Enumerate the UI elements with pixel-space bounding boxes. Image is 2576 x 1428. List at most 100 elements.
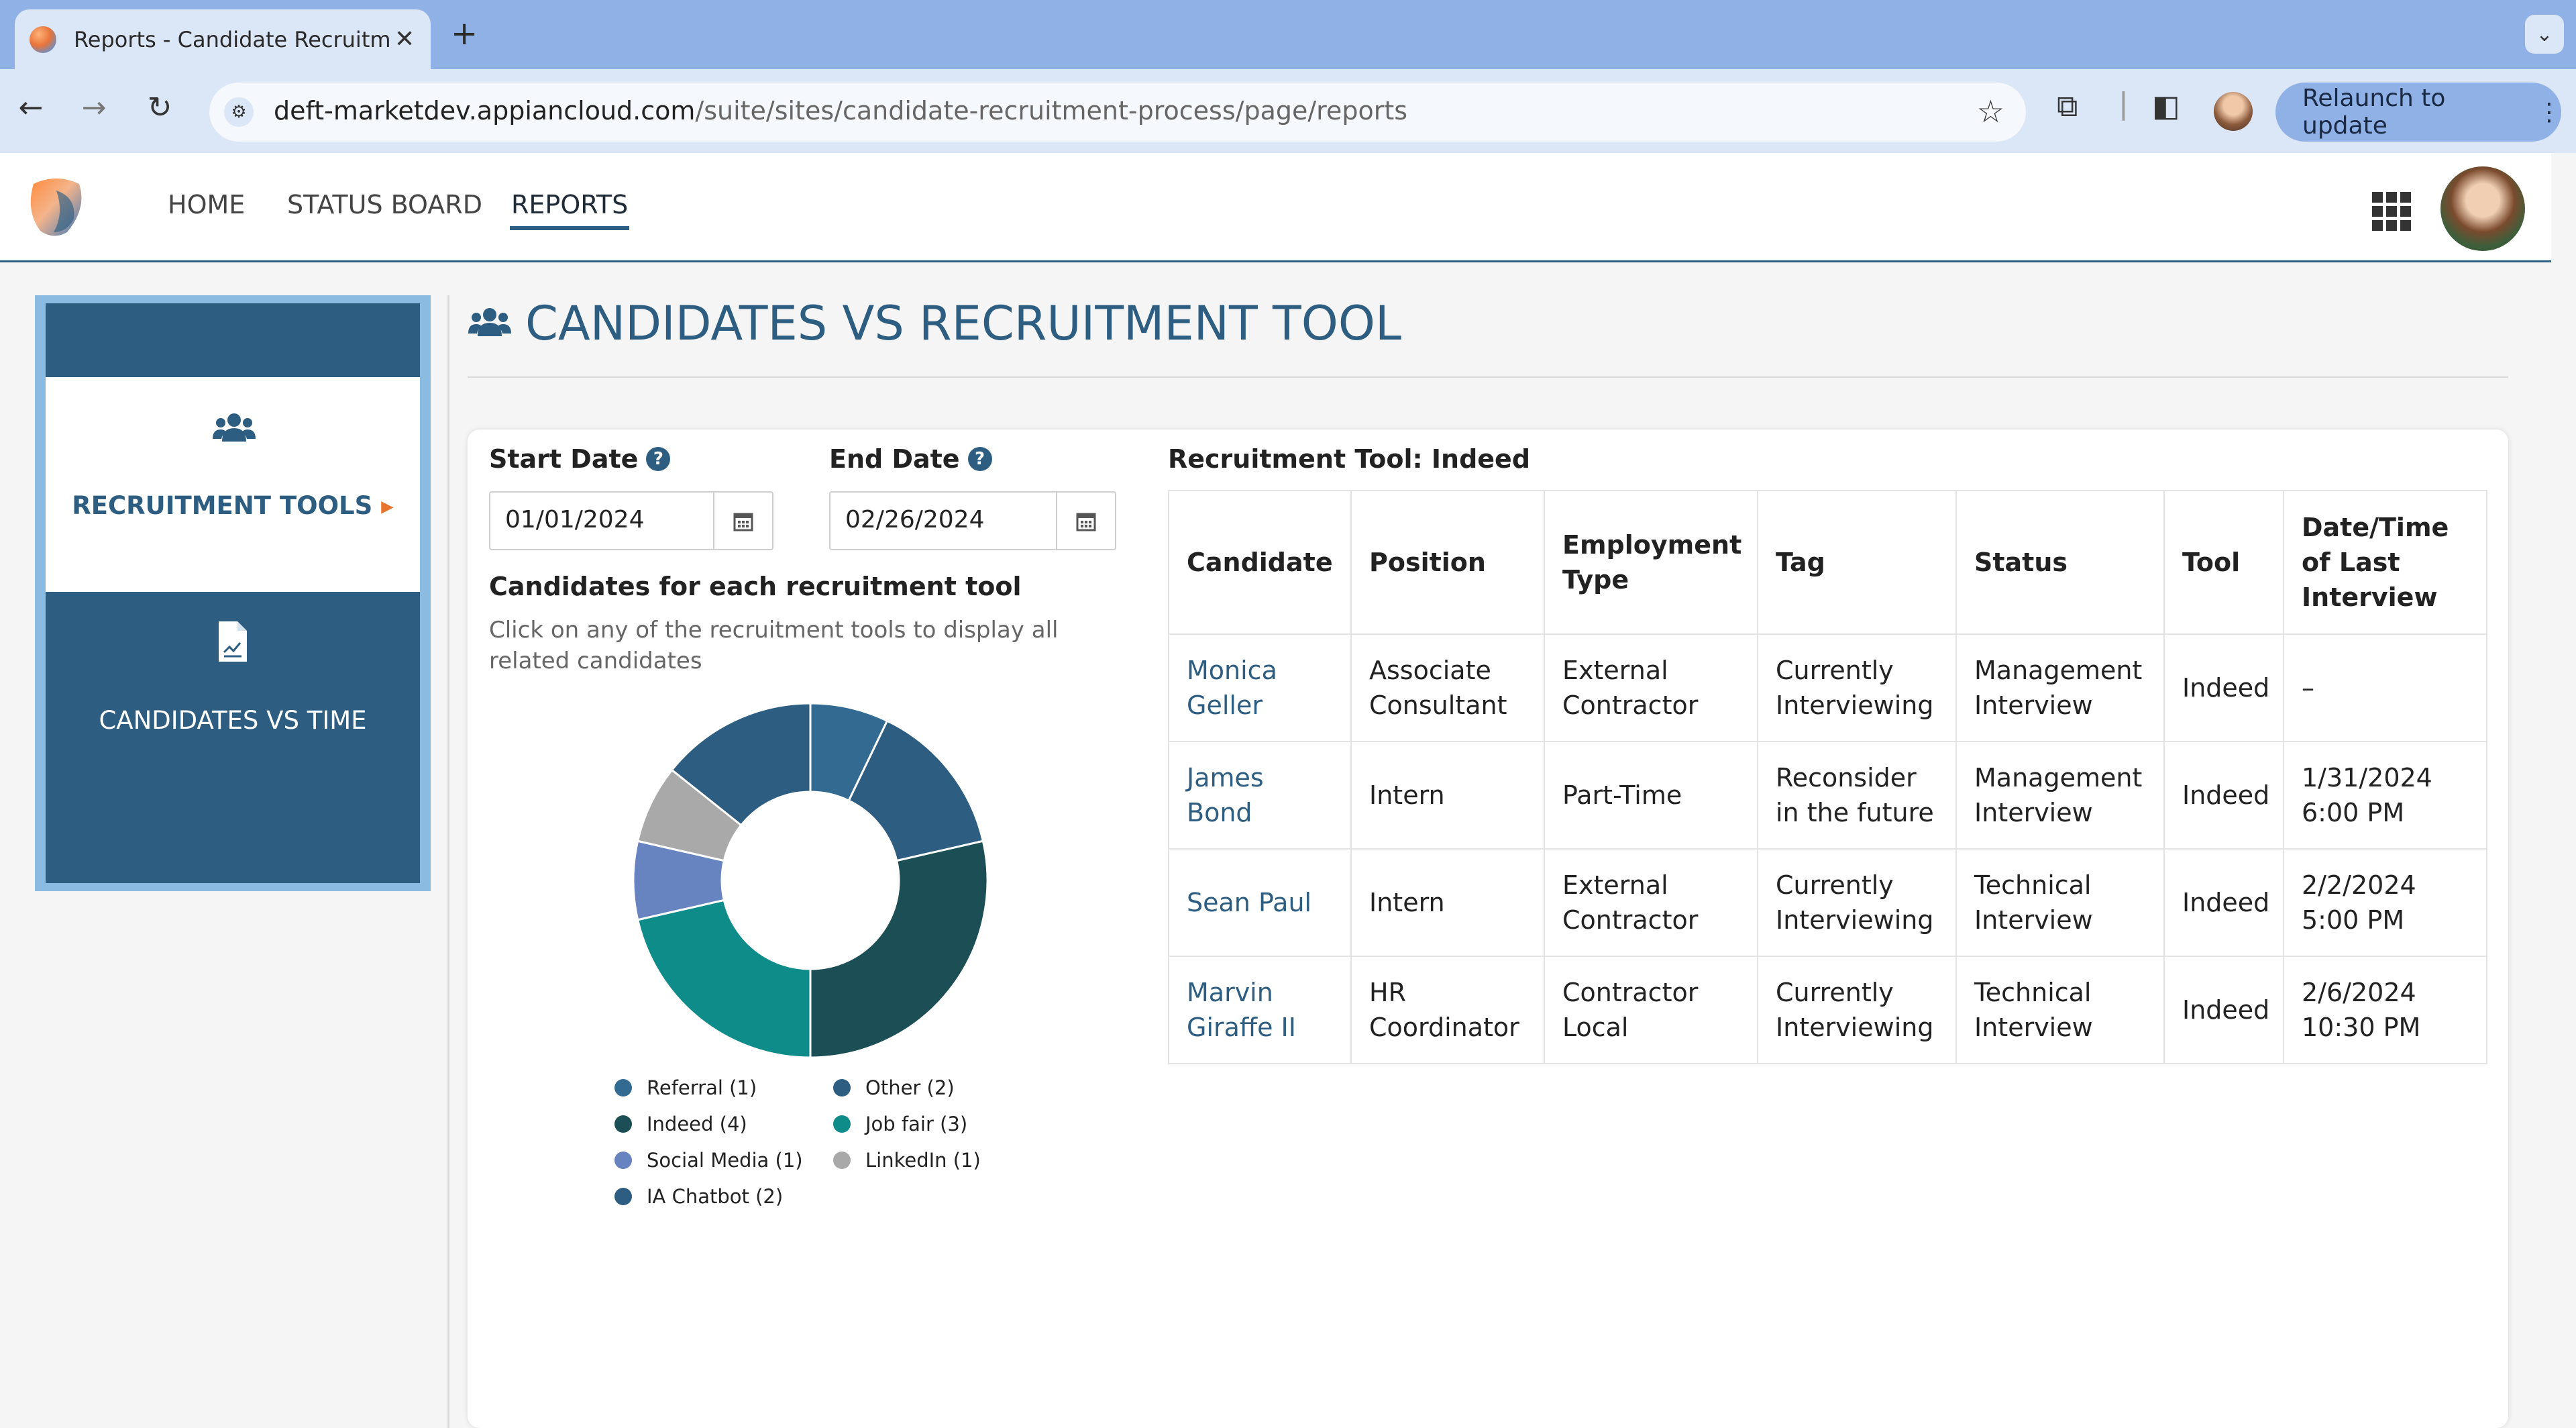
tab-search-chevron-icon[interactable]: ⌄	[2525, 15, 2564, 54]
legend-label: Indeed (4)	[647, 1113, 747, 1135]
help-icon[interactable]: ?	[646, 447, 671, 471]
column-header: Date/Time of Last Interview	[2283, 490, 2487, 635]
nav-reports[interactable]: REPORTS	[509, 190, 630, 230]
table-cell: External Contractor	[1544, 633, 1758, 742]
browser-tab[interactable]: Reports - Candidate Recruitm ✕	[15, 9, 431, 69]
legend-swatch	[614, 1188, 632, 1205]
donut-slice-job-fair[interactable]	[636, 899, 812, 1059]
calendar-icon[interactable]	[713, 493, 772, 549]
table-cell: HR Coordinator	[1350, 956, 1545, 1064]
new-tab-icon[interactable]: +	[451, 15, 478, 52]
column-header: Employment Type	[1544, 490, 1758, 635]
table-row: Monica Geller Associate Consultant Externa…	[1168, 633, 2487, 742]
reload-icon[interactable]: ↻	[140, 91, 180, 125]
start-date-field[interactable]: 01/01/2024	[489, 491, 773, 550]
legend-item[interactable]: LinkedIn (1)	[833, 1149, 981, 1172]
table-cell: Technical Interview	[1955, 848, 2165, 957]
users-icon	[468, 308, 511, 336]
app-header: HOME STATUS BOARD REPORTS	[0, 153, 2551, 262]
legend-swatch	[833, 1079, 851, 1096]
relaunch-label: Relaunch to update	[2302, 85, 2446, 140]
browser-toolbar: ← → ↻ ⚙ deft-marketdev.appiancloud.com/s…	[0, 69, 2576, 153]
legend-label: IA Chatbot (2)	[647, 1185, 784, 1208]
table-cell: Reconsider in the future	[1757, 741, 1957, 850]
legend-item[interactable]: Indeed (4)	[614, 1113, 747, 1135]
user-avatar[interactable]	[2440, 166, 2525, 251]
title-divider	[468, 376, 2508, 378]
bookmark-star-icon[interactable]: ☆	[1977, 93, 2004, 130]
table-cell: Indeed	[2163, 848, 2284, 957]
legend-label: Other (2)	[865, 1076, 955, 1099]
document-chart-icon	[219, 621, 247, 662]
forward-arrow-icon[interactable]: →	[74, 91, 114, 125]
table-cell: Intern	[1350, 848, 1545, 957]
column-header: Status	[1955, 490, 2165, 635]
table-cell: Currently Interviewing	[1757, 956, 1957, 1064]
table-cell: Currently Interviewing	[1757, 633, 1957, 742]
legend-label: Social Media (1)	[647, 1149, 803, 1172]
start-date-value: 01/01/2024	[505, 506, 645, 533]
relaunch-button[interactable]: Relaunch to update ⋮	[2275, 83, 2561, 142]
chart-heading: Candidates for each recruitment tool	[489, 572, 1022, 601]
table-cell: Technical Interview	[1955, 956, 2165, 1064]
side-item-candidates-vs-time[interactable]: CANDIDATES VS TIME	[46, 592, 420, 766]
side-item-label: RECRUITMENT TOOLS ▸	[72, 491, 394, 520]
table-cell: 2/2/2024 5:00 PM	[2283, 848, 2487, 957]
candidates-table: Candidate Position Employment Type Tag Statu…	[1168, 490, 2487, 1064]
legend-swatch	[614, 1115, 632, 1133]
side-item-label: CANDIDATES VS TIME	[99, 706, 367, 735]
table-cell: Contractor Local	[1544, 956, 1758, 1064]
nav-status-board[interactable]: STATUS BOARD	[287, 190, 482, 219]
table-cell: 2/6/2024 10:30 PM	[2283, 956, 2487, 1064]
candidate-link[interactable]: James Bond	[1187, 763, 1264, 827]
app-logo-icon[interactable]	[20, 170, 93, 243]
table-row: Marvin Giraffe II HR Coordinator Contracto…	[1168, 956, 2487, 1064]
column-header: Candidate	[1168, 490, 1352, 635]
legend-item[interactable]: Referral (1)	[614, 1076, 757, 1099]
candidate-link[interactable]: Monica Geller	[1187, 656, 1277, 720]
legend-item[interactable]: Other (2)	[833, 1076, 955, 1099]
tab-title: Reports - Candidate Recruitm	[74, 26, 389, 52]
recruitment-tools-donut-chart[interactable]	[632, 702, 989, 1059]
table-cell: –	[2283, 633, 2487, 742]
table-row: James Bond Intern Part-Time Reconsider in t…	[1168, 741, 2487, 850]
calendar-icon[interactable]	[1056, 493, 1115, 549]
toolbar-divider: |	[2118, 87, 2129, 121]
more-vertical-icon[interactable]: ⋮	[2537, 99, 2561, 126]
candidate-cell: Monica Geller	[1168, 633, 1352, 742]
table-cell: Intern	[1350, 741, 1545, 850]
url-text[interactable]: deft-marketdev.appiancloud.com/suite/sit…	[274, 96, 1407, 125]
table-cell: Part-Time	[1544, 741, 1758, 850]
table-cell: Indeed	[2163, 741, 2284, 850]
back-arrow-icon[interactable]: ←	[11, 91, 51, 125]
side-item-recruitment-tools[interactable]: RECRUITMENT TOOLS ▸	[46, 377, 420, 592]
table-cell: Management Interview	[1955, 741, 2165, 850]
donut-slice-indeed[interactable]	[809, 839, 989, 1059]
start-date-label: Start Date?	[489, 444, 671, 474]
legend-item[interactable]: Job fair (3)	[833, 1113, 967, 1135]
users-icon	[213, 413, 256, 442]
column-divider	[447, 295, 449, 1428]
legend-label: Referral (1)	[647, 1076, 757, 1099]
legend-swatch	[614, 1079, 632, 1096]
candidate-cell: Marvin Giraffe II	[1168, 956, 1352, 1064]
candidate-link[interactable]: Marvin Giraffe II	[1187, 978, 1296, 1042]
legend-item[interactable]: IA Chatbot (2)	[614, 1185, 783, 1208]
extensions-puzzle-icon[interactable]: ⧉	[2057, 89, 2078, 123]
address-bar[interactable]: ⚙ deft-marketdev.appiancloud.com/suite/s…	[209, 83, 2026, 142]
site-settings-icon[interactable]: ⚙	[224, 97, 254, 127]
app-launcher-grid-icon[interactable]	[2372, 192, 2411, 231]
table-cell: Currently Interviewing	[1757, 848, 1957, 957]
end-date-field[interactable]: 02/26/2024	[829, 491, 1116, 550]
side-panel-icon[interactable]: ◧	[2152, 89, 2180, 123]
table-cell: Associate Consultant	[1350, 633, 1545, 742]
legend-item[interactable]: Social Media (1)	[614, 1149, 803, 1172]
browser-profile-avatar[interactable]	[2214, 92, 2253, 131]
nav-home[interactable]: HOME	[168, 190, 245, 219]
close-tab-icon[interactable]: ✕	[394, 26, 415, 53]
candidate-link[interactable]: Sean Paul	[1187, 888, 1311, 917]
table-cell: Indeed	[2163, 956, 2284, 1064]
help-icon[interactable]: ?	[967, 447, 992, 471]
table-header-row: Candidate Position Employment Type Tag Statu…	[1168, 490, 2487, 635]
legend-swatch	[833, 1152, 851, 1169]
